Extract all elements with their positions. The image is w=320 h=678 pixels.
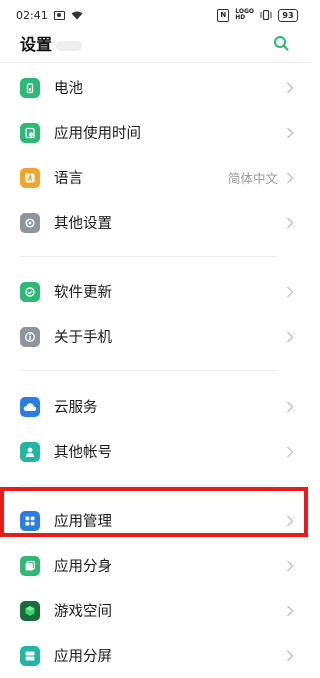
settings-item-cloud-service[interactable]: 云服务 — [0, 384, 312, 429]
settings-item-about-phone[interactable]: 关于手机 — [0, 314, 312, 359]
item-label: 电池 — [54, 81, 83, 97]
nfc-icon: N — [217, 8, 230, 22]
chevron-right-icon — [286, 216, 294, 229]
item-label: 应用分身 — [54, 559, 112, 575]
item-label: 语言 — [54, 171, 83, 187]
chevron-right-icon — [286, 559, 294, 572]
chevron-right-icon — [286, 604, 294, 617]
chevron-right-icon — [286, 400, 294, 413]
settings-item-software-update[interactable]: 软件更新 — [0, 269, 312, 314]
settings-item-app-usage[interactable]: 应用使用时间 — [0, 110, 312, 155]
highlight-box — [0, 487, 308, 537]
search-button[interactable] — [270, 32, 292, 54]
group-divider — [20, 485, 277, 486]
software-update-icon — [20, 281, 40, 302]
chevron-right-icon — [286, 126, 294, 139]
item-label: 应用分屏 — [54, 649, 112, 665]
item-label: 关于手机 — [54, 330, 112, 346]
group-divider — [20, 256, 277, 257]
page-title: 设置 — [20, 35, 53, 54]
header: 设置 — [0, 30, 312, 56]
item-label: 其他设置 — [54, 216, 112, 232]
language-icon — [20, 167, 40, 188]
item-label: 游戏空间 — [54, 604, 112, 620]
language-value: 简体中文 — [227, 171, 278, 186]
settings-item-other-accounts[interactable]: 其他帐号 — [0, 429, 312, 474]
other-settings-icon — [20, 212, 40, 233]
battery-icon — [20, 77, 40, 98]
chevron-right-icon — [286, 330, 294, 343]
settings-item-battery[interactable]: 电池 — [0, 65, 312, 110]
accounts-icon — [20, 441, 40, 462]
game-space-icon — [20, 600, 40, 621]
app-clone-icon — [20, 555, 40, 576]
settings-item-language[interactable]: 语言 简体中文 — [0, 155, 312, 200]
settings-item-app-clone[interactable]: 应用分身 — [0, 543, 312, 588]
chevron-right-icon — [286, 81, 294, 94]
logo-hd-icon: LOGO HD — [235, 8, 254, 21]
about-phone-icon — [20, 326, 40, 347]
header-divider — [0, 62, 312, 63]
split-screen-icon — [20, 645, 40, 666]
settings-item-split-screen[interactable]: 应用分屏 — [0, 633, 312, 678]
wifi-icon — [71, 11, 83, 19]
status-time: 02:41 — [16, 8, 48, 22]
app-usage-icon — [20, 122, 40, 143]
search-icon — [274, 36, 289, 51]
item-label: 应用使用时间 — [54, 126, 141, 142]
notification-icon — [53, 10, 65, 20]
status-bar: 02:41 N LOGO HD 93 — [0, 0, 312, 30]
item-label: 云服务 — [54, 400, 98, 416]
settings-item-other-settings[interactable]: 其他设置 — [0, 200, 312, 245]
chevron-right-icon — [286, 445, 294, 458]
battery-level: 93 — [278, 8, 298, 22]
item-label: 其他帐号 — [54, 445, 112, 461]
group-divider — [20, 370, 277, 371]
item-label: 软件更新 — [54, 285, 112, 301]
title-blur — [56, 40, 83, 51]
settings-item-game-space[interactable]: 游戏空间 — [0, 588, 312, 633]
cloud-icon — [20, 396, 40, 417]
chevron-right-icon — [286, 285, 294, 298]
chevron-right-icon — [286, 649, 294, 662]
chevron-right-icon — [286, 171, 294, 184]
vibrate-icon — [260, 10, 272, 20]
